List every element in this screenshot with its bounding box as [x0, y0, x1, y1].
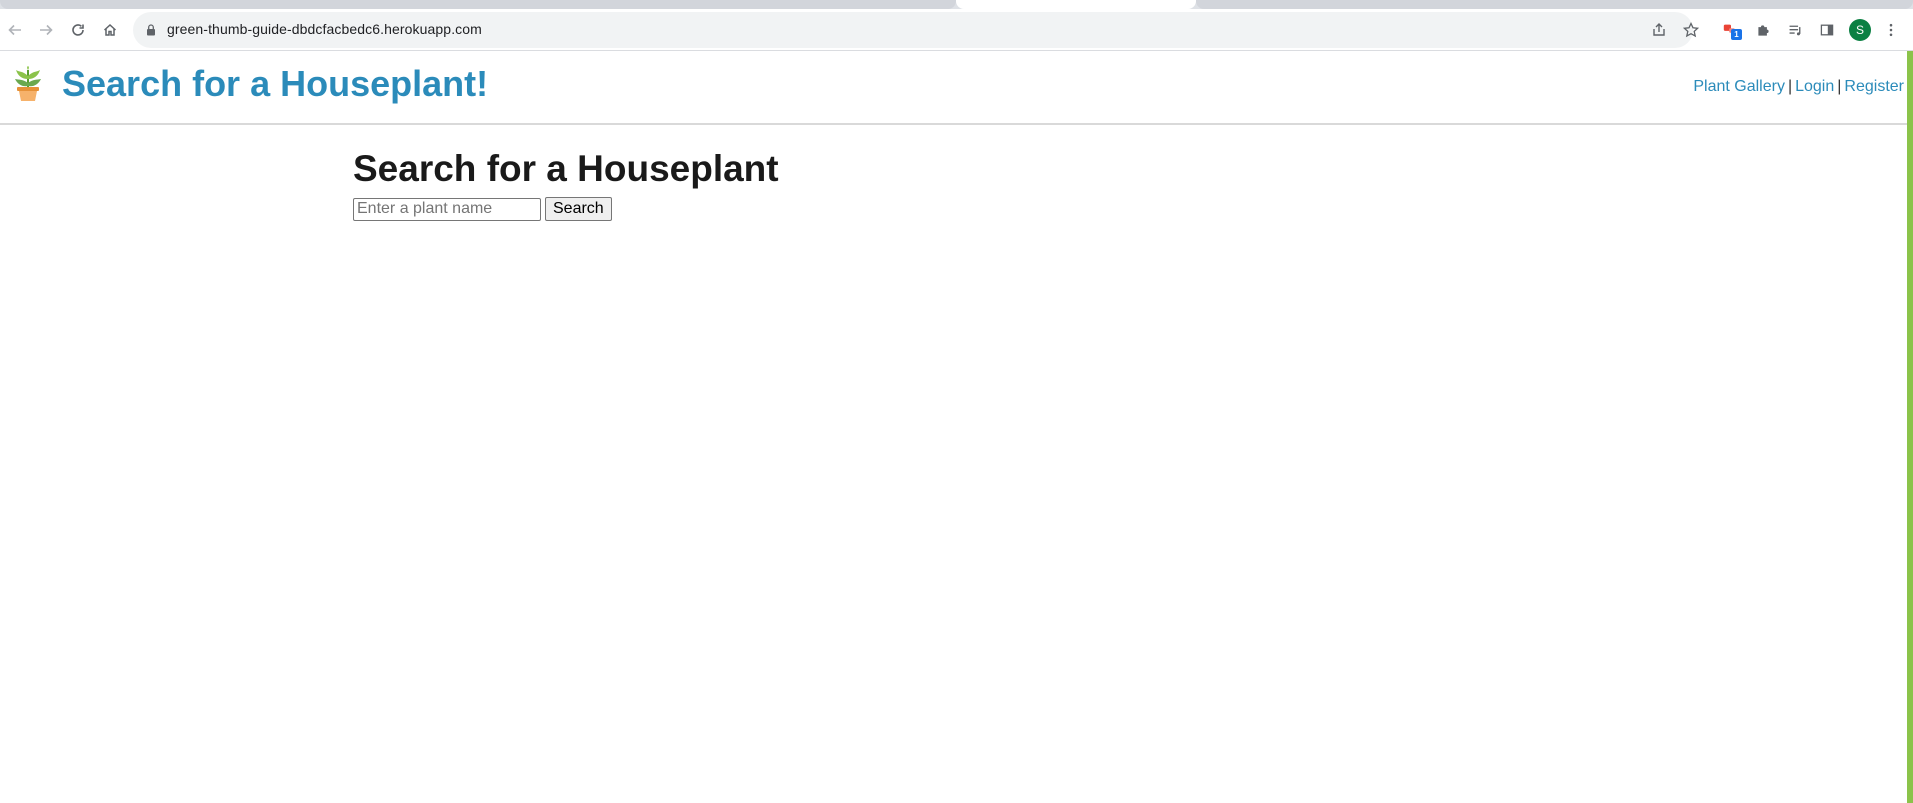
top-navigation: Plant Gallery | Login | Register	[1693, 78, 1904, 96]
arrow-right-icon	[40, 24, 53, 36]
star-icon[interactable]	[1682, 21, 1700, 39]
reload-button[interactable]	[66, 18, 90, 42]
side-panel-button[interactable]	[1817, 20, 1837, 40]
browser-tab-active[interactable]	[956, 0, 1196, 9]
extensions-button[interactable]	[1753, 20, 1773, 40]
browser-toolbar: green-thumb-guide-dbdcfacbedc6.herokuapp…	[0, 9, 1913, 51]
reload-icon	[72, 24, 84, 36]
nav-separator: |	[1837, 78, 1842, 95]
search-button[interactable]: Search	[545, 197, 612, 221]
puzzle-icon	[1757, 24, 1769, 36]
profile-avatar[interactable]: S	[1849, 19, 1871, 41]
main-content: Search for a Houseplant Search	[353, 148, 779, 221]
playlist-icon	[1789, 25, 1800, 35]
share-icon[interactable]	[1650, 21, 1668, 39]
media-controls-button[interactable]	[1785, 20, 1805, 40]
extension-icon[interactable]: 1	[1721, 20, 1742, 40]
home-button[interactable]	[98, 18, 122, 42]
browser-menu-button[interactable]	[1881, 20, 1901, 40]
plant-search-input[interactable]	[353, 197, 541, 221]
nav-link-login[interactable]: Login	[1795, 78, 1834, 95]
url-text[interactable]: green-thumb-guide-dbdcfacbedc6.herokuapp…	[167, 21, 482, 37]
browser-window: green-thumb-guide-dbdcfacbedc6.herokuapp…	[0, 0, 1913, 803]
side-panel-icon	[1820, 24, 1834, 36]
search-form: Search	[353, 197, 779, 221]
extension-badge: 1	[1731, 29, 1742, 40]
back-button[interactable]	[3, 18, 27, 42]
page-accent-bar	[1907, 51, 1913, 803]
kebab-menu-icon	[1889, 23, 1893, 37]
browser-tab[interactable]	[0, 0, 956, 9]
site-title[interactable]: Search for a Houseplant!	[62, 63, 488, 105]
site-header: Search for a Houseplant! Plant Gallery | L…	[0, 51, 1907, 125]
tab-strip	[0, 0, 1913, 9]
lock-icon	[147, 24, 155, 36]
forward-button[interactable]	[34, 18, 58, 42]
browser-tab[interactable]	[1196, 0, 1913, 9]
arrow-left-icon	[8, 24, 21, 36]
address-bar[interactable]: green-thumb-guide-dbdcfacbedc6.herokuapp…	[133, 12, 1700, 48]
home-icon	[103, 23, 117, 36]
nav-separator: |	[1787, 78, 1793, 95]
nav-link-register[interactable]: Register	[1844, 78, 1904, 95]
nav-link-plant-gallery[interactable]: Plant Gallery	[1693, 78, 1785, 95]
potted-plant-icon[interactable]	[13, 66, 43, 102]
page-heading: Search for a Houseplant	[353, 148, 779, 189]
